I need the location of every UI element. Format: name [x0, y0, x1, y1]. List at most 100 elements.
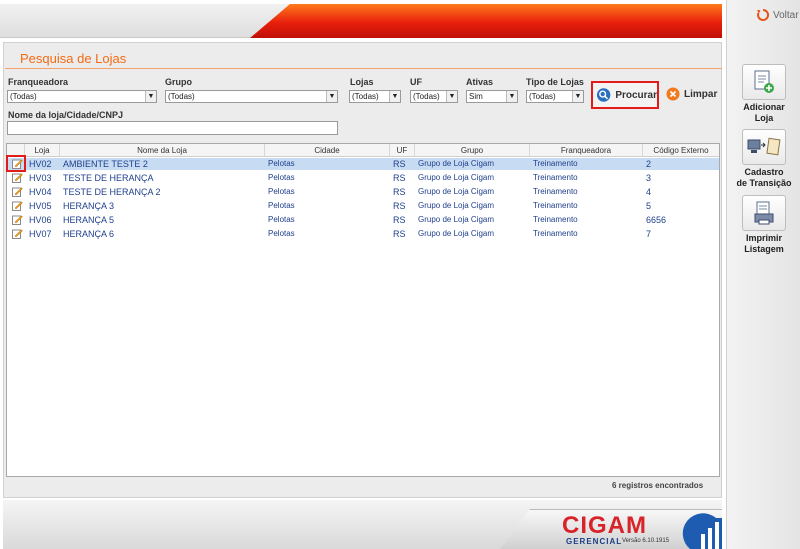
print-list-button[interactable]: Imprimir Listagem	[732, 195, 796, 255]
col-cidade: Cidade	[265, 144, 390, 157]
clear-icon	[666, 87, 680, 101]
table-row[interactable]: HV05 HERANÇA 3 Pelotas RS Grupo de Loja Ciga…	[7, 200, 719, 212]
chevron-down-icon: ▼	[446, 91, 457, 102]
cell-uf: RS	[393, 229, 406, 239]
cell-codigo: 2	[646, 159, 652, 169]
cell-grupo: Grupo de Loja Cigam	[418, 229, 495, 238]
cell-nome: TESTE DE HERANÇA	[63, 173, 154, 183]
print-icon	[742, 195, 786, 231]
cell-grupo: Grupo de Loja Cigam	[418, 187, 495, 196]
procurar-label: Procurar	[615, 89, 657, 101]
cell-franqueadora: Treinamento	[533, 159, 578, 168]
ativas-label: Ativas	[466, 77, 494, 87]
transition-register-button[interactable]: Cadastro de Transição	[732, 129, 796, 189]
uf-value: (Todas)	[413, 92, 440, 101]
cell-codigo: 7	[646, 229, 652, 239]
nome-loja-label: Nome da loja/Cidade/CNPJ	[8, 110, 124, 120]
table-row[interactable]: HV04 TESTE DE HERANÇA 2 Pelotas RS Grupo de …	[7, 186, 719, 198]
chevron-down-icon: ▼	[326, 91, 337, 102]
edit-icon[interactable]	[12, 201, 23, 211]
col-grupo: Grupo	[415, 144, 530, 157]
add-store-button[interactable]: Adicionar Loja	[732, 64, 796, 124]
cell-cidade: Pelotas	[268, 229, 295, 238]
cell-grupo: Grupo de Loja Cigam	[418, 159, 495, 168]
cell-uf: RS	[393, 215, 406, 225]
table-row[interactable]: HV02 AMBIENTE TESTE 2 Pelotas RS Grupo de Lo…	[7, 158, 719, 170]
cell-franqueadora: Treinamento	[533, 201, 578, 210]
cell-nome: HERANÇA 5	[63, 215, 115, 225]
cell-codigo: 6656	[646, 215, 667, 225]
selected-edit-highlight	[6, 155, 26, 172]
edit-icon[interactable]	[12, 229, 23, 239]
product-name: GERENCIAL	[566, 537, 623, 546]
voltar-button[interactable]: Voltar	[756, 8, 799, 22]
cell-cidade: Pelotas	[268, 173, 295, 182]
cell-loja: HV06	[29, 215, 52, 225]
nome-loja-input[interactable]	[7, 121, 338, 135]
cell-loja: HV05	[29, 201, 52, 211]
cell-nome: AMBIENTE TESTE 2	[63, 159, 148, 169]
search-icon	[596, 88, 611, 102]
records-count: 6 registros encontrados	[612, 481, 704, 490]
transition-icon	[742, 129, 786, 165]
edit-icon[interactable]	[12, 215, 23, 225]
cell-cidade: Pelotas	[268, 201, 295, 210]
transition-label-1: Cadastro	[744, 167, 784, 177]
cell-franqueadora: Treinamento	[533, 187, 578, 196]
tipo-lojas-label: Tipo de Lojas	[526, 77, 584, 87]
limpar-button[interactable]: Limpar	[666, 87, 717, 101]
print-label-2: Listagem	[744, 244, 784, 254]
grupo-select[interactable]: (Todas) ▼	[165, 90, 338, 103]
tipo-lojas-select[interactable]: (Todas) ▼	[526, 90, 584, 103]
col-uf: UF	[390, 144, 415, 157]
franqueadora-select[interactable]: (Todas) ▼	[7, 90, 157, 103]
chevron-down-icon: ▼	[145, 91, 156, 102]
page-title: Pesquisa de Lojas	[20, 51, 127, 66]
procurar-button[interactable]: Procurar	[591, 81, 659, 109]
lojas-value: (Todas)	[352, 92, 379, 101]
table-row[interactable]: HV03 TESTE DE HERANÇA Pelotas RS Grupo de Lo…	[7, 172, 719, 184]
cell-loja: HV07	[29, 229, 52, 239]
lojas-select[interactable]: (Todas) ▼	[349, 90, 401, 103]
cell-cidade: Pelotas	[268, 215, 295, 224]
cell-uf: RS	[393, 173, 406, 183]
cell-nome: HERANÇA 6	[63, 229, 115, 239]
print-label-1: Imprimir	[745, 233, 782, 243]
header-accent	[250, 4, 722, 38]
cell-loja: HV02	[29, 159, 52, 169]
cell-cidade: Pelotas	[268, 159, 295, 168]
uf-select[interactable]: (Todas) ▼	[410, 90, 458, 103]
col-codigo: Código Externo	[653, 146, 709, 155]
edit-icon[interactable]	[12, 187, 23, 197]
cell-grupo: Grupo de Loja Cigam	[418, 173, 495, 182]
cell-grupo: Grupo de Loja Cigam	[418, 215, 495, 224]
chevron-down-icon: ▼	[572, 91, 583, 102]
cell-uf: RS	[393, 201, 406, 211]
franqueadora-label: Franqueadora	[8, 77, 69, 87]
back-icon	[757, 8, 770, 21]
cell-codigo: 5	[646, 201, 652, 211]
col-loja: Loja	[25, 144, 60, 157]
table-row[interactable]: HV06 HERANÇA 5 Pelotas RS Grupo de Loja Ciga…	[7, 214, 719, 226]
cell-uf: RS	[393, 159, 406, 169]
cell-codigo: 4	[646, 187, 652, 197]
cell-grupo: Grupo de Loja Cigam	[418, 201, 495, 210]
cell-loja: HV03	[29, 173, 52, 183]
cell-nome: HERANÇA 3	[63, 201, 115, 211]
cell-cidade: Pelotas	[268, 187, 295, 196]
col-nome: Nome da Loja	[60, 144, 265, 157]
tipo-lojas-value: (Todas)	[529, 92, 556, 101]
uf-label: UF	[410, 77, 422, 87]
chevron-down-icon: ▼	[389, 91, 400, 102]
col-franqueadora: Franqueadora	[530, 144, 643, 157]
grupo-label: Grupo	[165, 77, 192, 87]
table-row[interactable]: HV07 HERANÇA 6 Pelotas RS Grupo de Loja Ciga…	[7, 228, 719, 240]
version-text: Versão 6.10.1915	[622, 538, 670, 544]
cell-franqueadora: Treinamento	[533, 215, 578, 224]
add-store-label-2: Loja	[754, 113, 774, 123]
edit-icon[interactable]	[12, 173, 23, 183]
cell-loja: HV04	[29, 187, 52, 197]
ativas-value: Sim	[469, 92, 483, 101]
ativas-select[interactable]: Sim ▼	[466, 90, 518, 103]
limpar-label: Limpar	[684, 88, 718, 100]
